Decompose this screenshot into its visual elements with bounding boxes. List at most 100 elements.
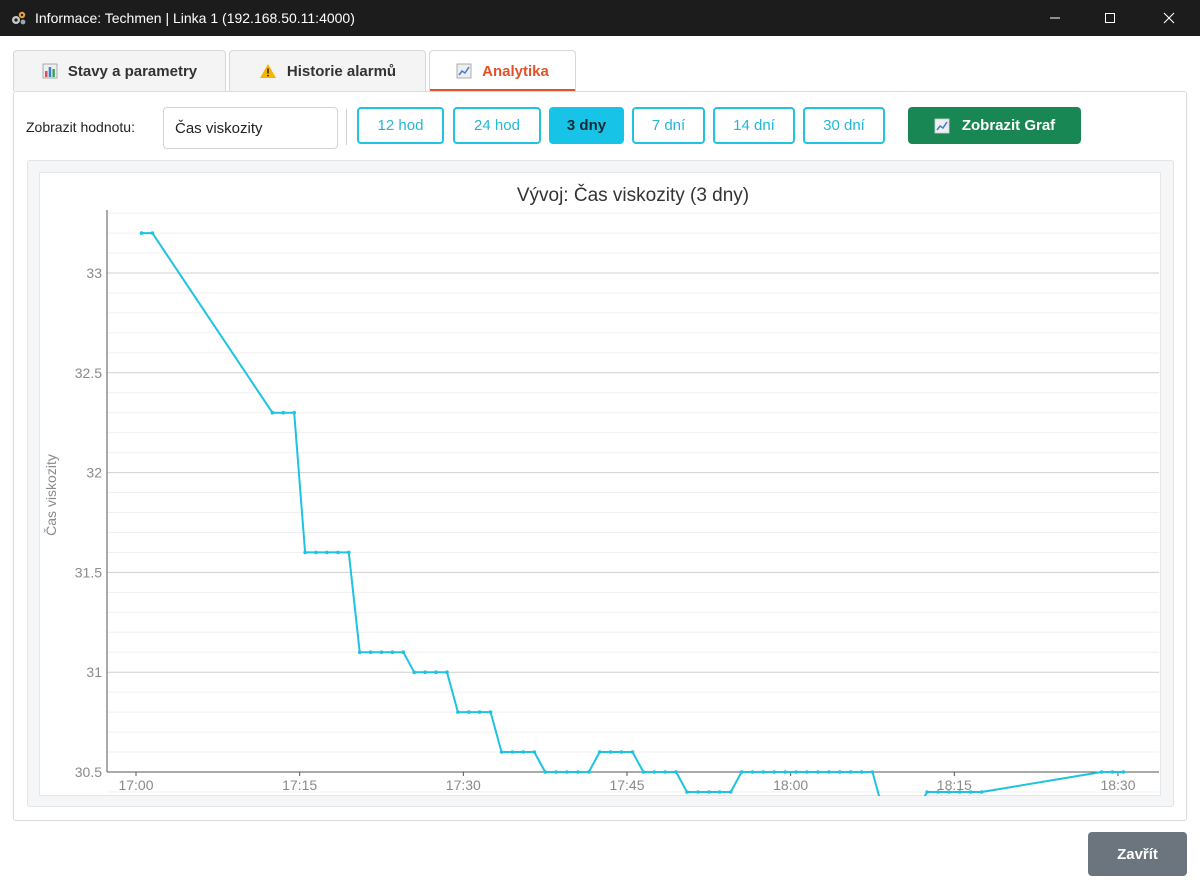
data-point bbox=[412, 670, 417, 674]
series-line bbox=[141, 232, 1124, 796]
data-point bbox=[794, 770, 798, 774]
y-tick-label: 32.5 bbox=[75, 365, 102, 381]
range-12h-button[interactable]: 12 hod bbox=[357, 107, 444, 144]
data-point bbox=[543, 770, 547, 774]
range-24h-button[interactable]: 24 hod bbox=[453, 107, 541, 144]
data-point bbox=[641, 770, 646, 774]
data-point bbox=[816, 770, 820, 774]
data-point bbox=[434, 670, 438, 674]
data-point bbox=[1121, 770, 1126, 774]
y-tick-label: 32 bbox=[86, 465, 102, 481]
data-point bbox=[336, 550, 340, 555]
data-point bbox=[685, 790, 689, 794]
data-point bbox=[565, 770, 569, 774]
data-point bbox=[521, 750, 526, 754]
data-point bbox=[947, 790, 951, 794]
tab-historie-alarmu[interactable]: Historie alarmů bbox=[229, 50, 426, 91]
data-point bbox=[1110, 770, 1115, 774]
data-point bbox=[761, 770, 766, 774]
data-point bbox=[619, 750, 624, 754]
data-point bbox=[292, 410, 296, 415]
range-3d-button[interactable]: 3 dny bbox=[549, 107, 624, 144]
data-point bbox=[477, 710, 482, 714]
y-tick-label: 31.5 bbox=[75, 564, 102, 580]
x-tick-label: 18:15 bbox=[937, 777, 972, 793]
data-point bbox=[532, 750, 537, 754]
data-point bbox=[423, 670, 427, 674]
data-point bbox=[630, 750, 635, 754]
x-tick-label: 18:30 bbox=[1100, 777, 1135, 793]
value-select[interactable]: Čas viskozity bbox=[163, 107, 338, 149]
data-point bbox=[717, 790, 722, 794]
data-point bbox=[827, 770, 831, 774]
x-tick-label: 17:45 bbox=[609, 777, 644, 793]
data-point bbox=[510, 750, 515, 754]
tab-label: Analytika bbox=[482, 62, 549, 80]
data-point bbox=[1099, 770, 1104, 774]
range-14d-button[interactable]: 14 dní bbox=[713, 107, 795, 144]
range-7d-button[interactable]: 7 dní bbox=[632, 107, 705, 144]
close-button[interactable]: Zavřít bbox=[1088, 832, 1187, 876]
data-point bbox=[739, 770, 744, 774]
data-point bbox=[805, 770, 809, 774]
data-point bbox=[357, 650, 362, 654]
data-point bbox=[456, 710, 460, 714]
data-point bbox=[674, 770, 678, 774]
data-point bbox=[401, 650, 406, 654]
data-point bbox=[314, 550, 318, 555]
data-point bbox=[696, 790, 700, 794]
data-point bbox=[772, 770, 777, 774]
data-point bbox=[597, 750, 602, 754]
data-point bbox=[303, 550, 307, 555]
data-point bbox=[379, 650, 384, 654]
data-point bbox=[870, 770, 875, 774]
data-point bbox=[848, 770, 853, 774]
data-point bbox=[652, 770, 657, 774]
tab-analytika[interactable]: Analytika bbox=[429, 50, 576, 91]
minimize-icon[interactable] bbox=[1032, 0, 1078, 36]
tab-label: Stavy a parametry bbox=[67, 62, 198, 80]
data-point bbox=[554, 770, 558, 774]
warning-icon bbox=[259, 63, 277, 79]
data-point bbox=[368, 650, 373, 654]
data-point bbox=[838, 770, 842, 774]
data-point bbox=[728, 790, 733, 794]
data-point bbox=[707, 790, 711, 794]
show-graph-button[interactable]: Zobrazit Graf bbox=[908, 107, 1081, 144]
data-point bbox=[925, 790, 929, 794]
data-point bbox=[139, 231, 144, 235]
bar-chart-icon bbox=[42, 63, 58, 79]
range-30d-button[interactable]: 30 dní bbox=[803, 107, 885, 144]
data-point bbox=[859, 770, 864, 774]
data-point bbox=[750, 770, 755, 774]
maximize-icon[interactable] bbox=[1087, 0, 1133, 36]
data-point bbox=[968, 790, 973, 794]
data-point bbox=[936, 790, 940, 794]
data-point bbox=[150, 231, 155, 235]
data-point bbox=[587, 770, 591, 774]
chart-title: Vývoj: Čas viskozity (3 dny) bbox=[517, 184, 749, 206]
toolbar-divider bbox=[346, 109, 347, 145]
x-tick-label: 18:00 bbox=[773, 777, 808, 793]
data-point bbox=[499, 750, 504, 754]
data-point bbox=[390, 650, 395, 654]
window-titlebar: Informace: Techmen | Linka 1 (192.168.50… bbox=[0, 0, 1200, 36]
show-graph-label: Zobrazit Graf bbox=[961, 117, 1056, 134]
y-tick-label: 30.5 bbox=[75, 764, 102, 780]
y-tick-label: 33 bbox=[86, 265, 102, 281]
tab-label: Historie alarmů bbox=[286, 62, 397, 80]
show-value-label: Zobrazit hodnotu: bbox=[26, 119, 135, 135]
data-point bbox=[270, 410, 275, 415]
close-window-icon[interactable] bbox=[1146, 0, 1192, 36]
viscosity-line-chart: 30.5 31 31.5 32 32.5 33 17:00 17:15 17:30 17:45 18… bbox=[43, 184, 1159, 796]
gear-cluster-icon bbox=[11, 10, 27, 26]
data-point bbox=[663, 770, 667, 774]
y-axis-label: Čas viskozity bbox=[43, 454, 59, 536]
data-point bbox=[347, 550, 351, 555]
tab-stavy-a-parametry[interactable]: Stavy a parametry bbox=[13, 50, 226, 91]
y-tick-label: 31 bbox=[86, 664, 102, 680]
data-point bbox=[467, 710, 471, 714]
x-tick-label: 17:15 bbox=[282, 777, 317, 793]
line-chart-icon bbox=[934, 118, 950, 134]
x-tick-label: 17:00 bbox=[118, 777, 153, 793]
